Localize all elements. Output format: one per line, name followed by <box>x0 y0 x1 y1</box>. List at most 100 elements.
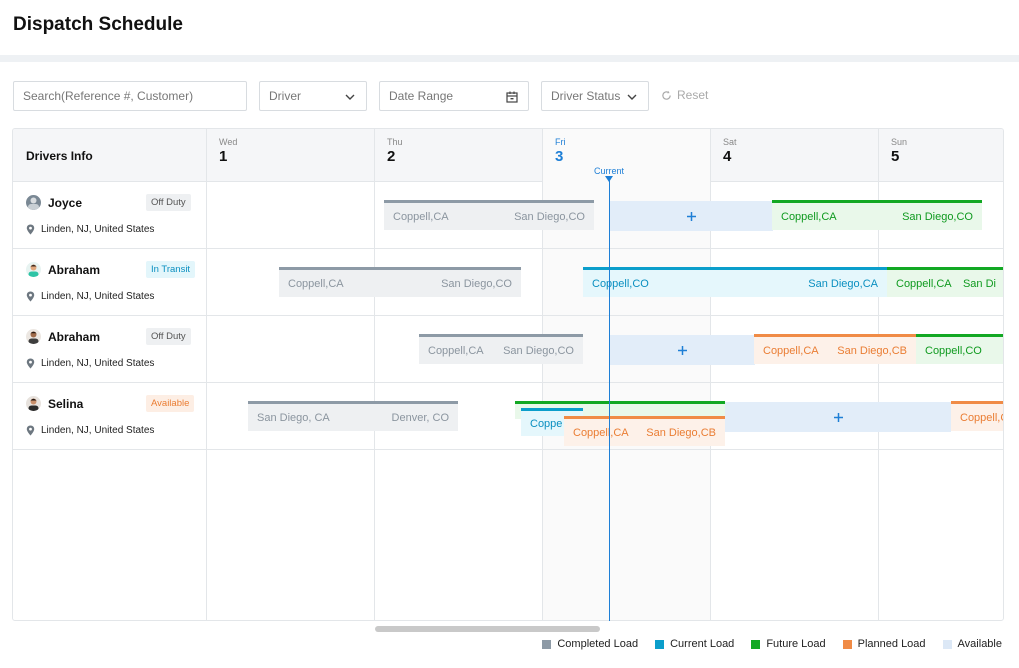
driver-select-label: Driver <box>269 89 301 103</box>
avatar <box>26 396 41 411</box>
legend-swatch <box>655 639 665 649</box>
current-time-label: Current <box>594 166 625 176</box>
load-bar[interactable]: San Diego, CA Denver, CO <box>248 401 458 431</box>
chevron-down-icon <box>345 94 355 100</box>
search-input[interactable]: Search(Reference #, Customer) <box>13 81 247 111</box>
load-bar[interactable]: Coppell,CO <box>916 334 1003 364</box>
load-to: San Diego,CO <box>503 344 574 357</box>
chevron-down-icon <box>627 94 637 100</box>
load-to: San Diego,CO <box>441 277 512 290</box>
location-pin-icon <box>26 224 35 235</box>
legend-label: Future Load <box>766 638 826 650</box>
date-range-label: Date Range <box>389 89 454 103</box>
load-to: San Diego,CO <box>514 210 585 223</box>
schedule-grid: Drivers Info Wed 1 Thu 2 Fri 3 Sat 4 Sun 5 Jo… <box>12 128 1004 621</box>
current-time-line <box>609 176 610 621</box>
load-from: Coppell,CA <box>896 277 952 290</box>
available-slot[interactable] <box>610 335 755 365</box>
day-name: Thu <box>387 137 403 147</box>
filter-bar: Search(Reference #, Customer) Driver Dat… <box>0 81 1019 111</box>
location-pin-icon <box>26 358 35 369</box>
avatar <box>26 329 41 344</box>
load-to: San Diego,CB <box>837 344 907 357</box>
day-name: Wed <box>219 137 238 147</box>
driver-location: Linden, NJ, United States <box>26 291 154 302</box>
load-bar[interactable]: Coppell,CA San Diego,CO <box>419 334 583 364</box>
load-bar[interactable]: Coppell,C <box>951 401 1004 431</box>
date-range-input[interactable]: Date Range <box>379 81 529 111</box>
horizontal-scrollbar[interactable] <box>375 626 600 632</box>
available-slot[interactable] <box>610 201 773 231</box>
legend-item-completed: Completed Load <box>542 638 638 650</box>
load-from: Coppell,CO <box>592 277 649 290</box>
driver-location: Linden, NJ, United States <box>26 224 154 235</box>
driver-name[interactable]: Abraham <box>48 263 100 277</box>
legend-item-future: Future Load <box>751 638 826 650</box>
day-number: 1 <box>219 148 228 165</box>
load-to: San Diego,CO <box>902 210 973 223</box>
reset-button[interactable]: Reset <box>661 88 708 102</box>
load-to: San Di <box>962 277 996 290</box>
driver-name[interactable]: Abraham <box>48 330 100 344</box>
legend-item-planned: Planned Load <box>842 638 926 650</box>
available-slot[interactable] <box>725 402 951 432</box>
refresh-icon <box>662 90 671 100</box>
legend-label: Completed Load <box>557 638 639 650</box>
calendar-icon <box>506 91 518 103</box>
driver-status-select[interactable]: Driver Status <box>541 81 649 111</box>
driver-row: Abraham Off Duty Linden, NJ, United Stat… <box>13 316 1003 383</box>
load-bar[interactable]: Coppell,CA San Diego,CO <box>384 200 594 230</box>
load-bar[interactable]: Coppell,CA San Diego,CO <box>772 200 982 230</box>
location-text: Linden, NJ, United States <box>41 224 155 235</box>
legend-label: Planned Load <box>857 638 926 650</box>
day-name: Sun <box>891 137 908 147</box>
plus-icon <box>833 412 843 422</box>
status-badge: In Transit <box>146 261 196 278</box>
legend-label: Available <box>957 638 1002 650</box>
day-number: 5 <box>891 148 900 165</box>
driver-status-label: Driver Status <box>551 89 621 103</box>
legend-item-current: Current Load <box>655 638 734 650</box>
legend-swatch <box>542 639 552 649</box>
load-from: Coppell,CA <box>763 344 819 357</box>
driver-row: Selina Available Linden, NJ, United Stat… <box>13 383 1004 450</box>
status-badge: Available <box>146 395 195 412</box>
load-bar[interactable]: Coppell,CA San Di <box>887 267 1003 297</box>
load-to: Denver, CO <box>391 411 449 424</box>
search-placeholder: Search(Reference #, Customer) <box>23 89 194 103</box>
load-bar[interactable]: Coppell,CA San Diego,CB <box>754 334 916 364</box>
driver-location: Linden, NJ, United States <box>26 425 154 436</box>
driver-row: Joyce Off Duty Linden, NJ, United States… <box>13 182 1003 249</box>
load-bar[interactable]: Coppell,CO San Diego,CA <box>583 267 887 297</box>
driver-row: Abraham In Transit Linden, NJ, United St… <box>13 249 1003 316</box>
location-pin-icon <box>26 291 35 302</box>
load-from: San Diego, CA <box>257 411 330 424</box>
day-name: Sat <box>723 137 737 147</box>
driver-name[interactable]: Selina <box>48 397 83 411</box>
load-from: Coppell,CO <box>925 344 982 357</box>
load-bar[interactable]: Coppell,CA San Diego,CB <box>564 416 725 446</box>
drivers-info-header: Drivers Info <box>26 149 93 163</box>
day-name: Fri <box>555 137 566 147</box>
load-to: San Diego,CB <box>646 426 716 439</box>
load-from: Coppell,CA <box>428 344 484 357</box>
load-from: Coppe <box>530 417 563 430</box>
legend-swatch <box>842 639 852 649</box>
status-badge: Off Duty <box>146 328 191 345</box>
legend-swatch <box>751 639 761 649</box>
location-text: Linden, NJ, United States <box>41 291 155 302</box>
load-from: Coppell,C <box>960 411 1004 424</box>
load-from: Coppell,CA <box>781 210 837 223</box>
driver-select[interactable]: Driver <box>259 81 367 111</box>
avatar <box>26 262 41 277</box>
load-bar[interactable]: Coppell,CA San Diego,CO <box>279 267 521 297</box>
location-text: Linden, NJ, United States <box>41 425 155 436</box>
location-text: Linden, NJ, United States <box>41 358 155 369</box>
driver-name[interactable]: Joyce <box>48 196 82 210</box>
load-from: Coppell,CA <box>288 277 344 290</box>
load-from: Coppell,CA <box>393 210 449 223</box>
load-from: Coppell,CA <box>573 426 629 439</box>
location-pin-icon <box>26 425 35 436</box>
legend-item-available: Available <box>942 638 1002 650</box>
reset-label: Reset <box>677 88 709 102</box>
